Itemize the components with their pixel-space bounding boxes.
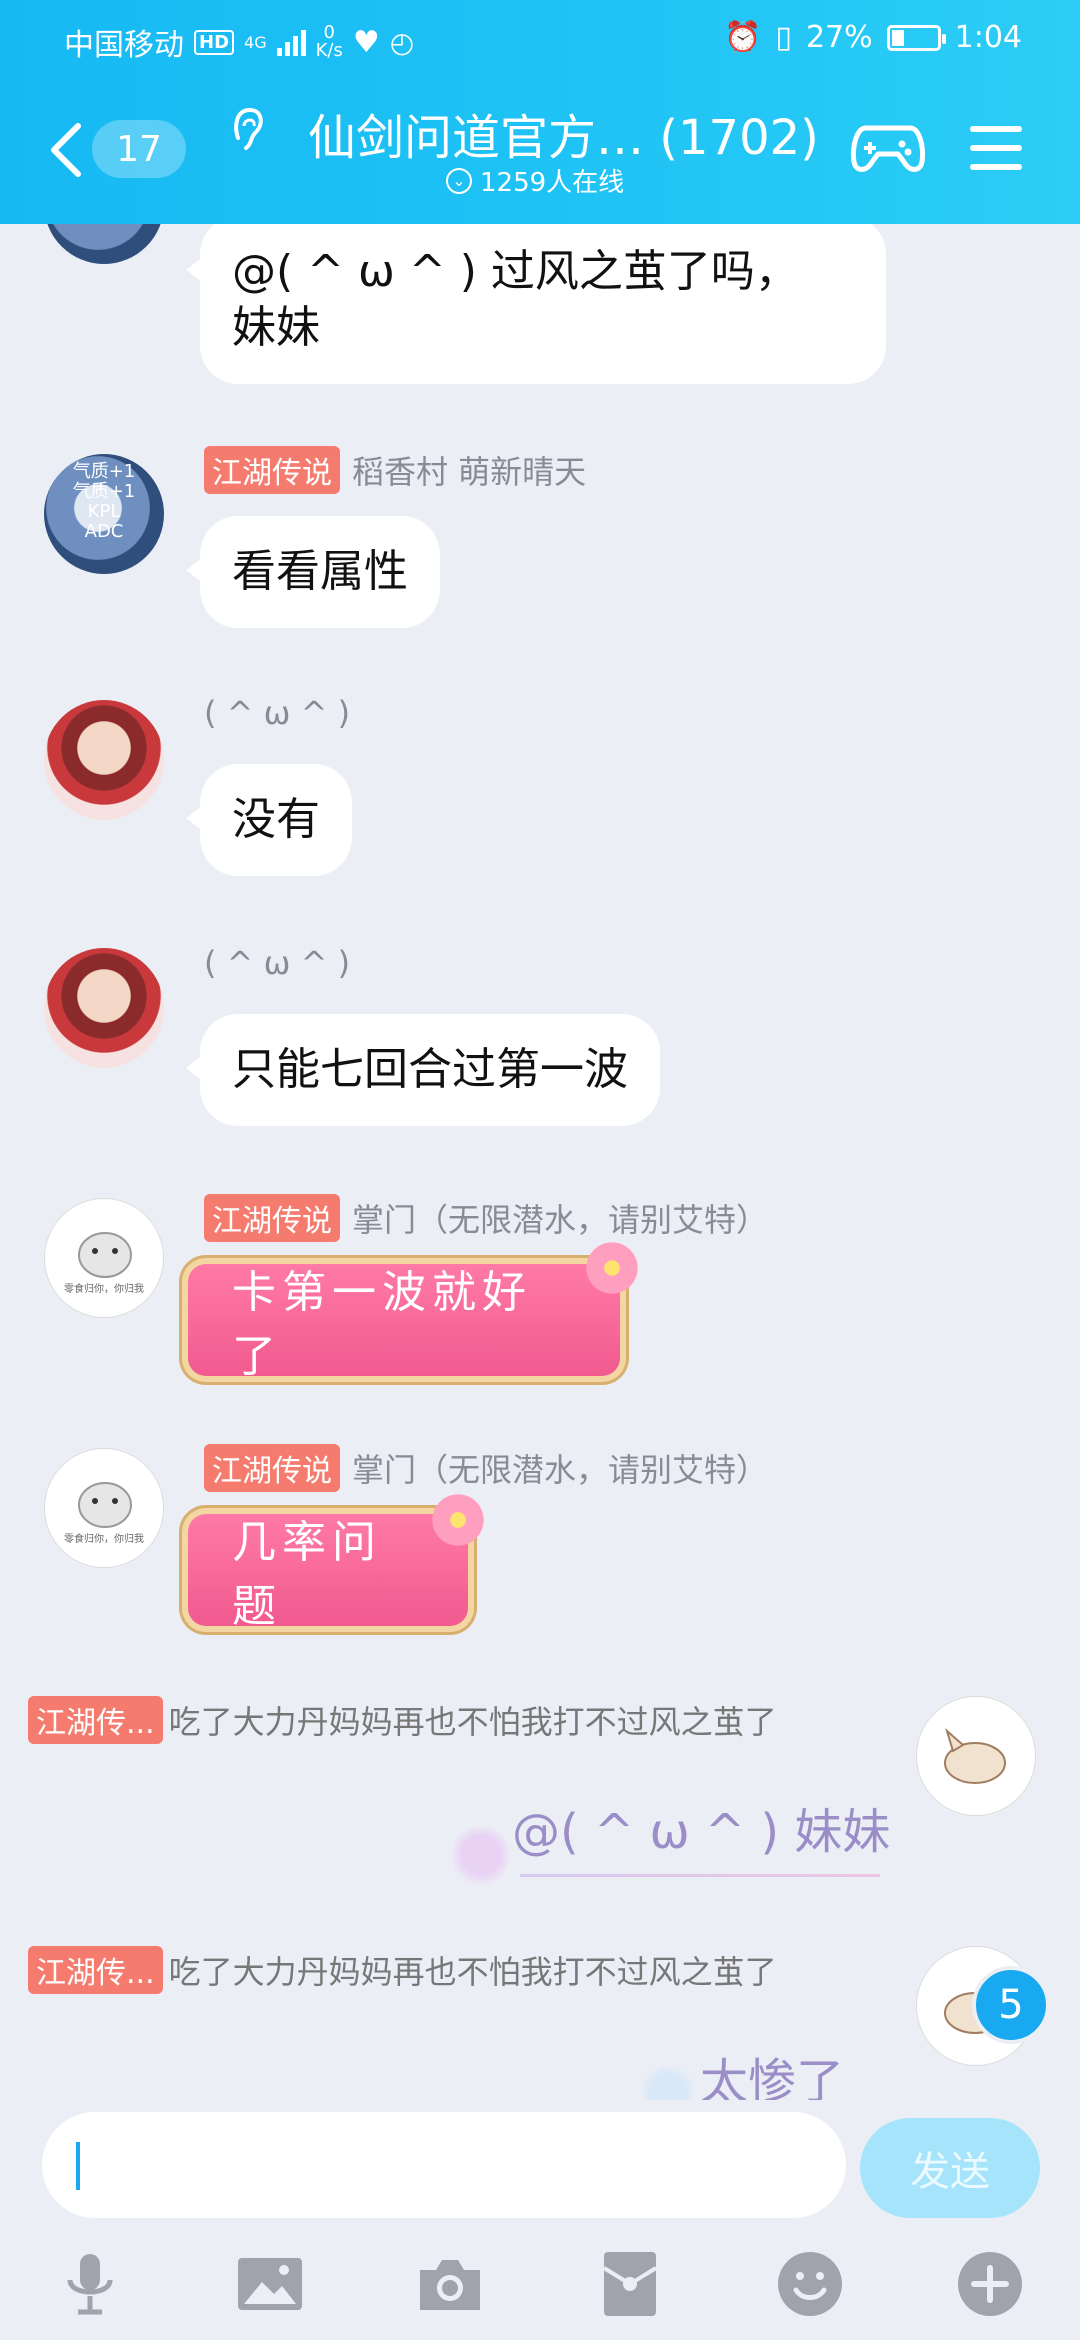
battery-icon bbox=[886, 24, 946, 51]
unicorn-icon bbox=[636, 2060, 700, 2104]
message-text: 看看属性 bbox=[232, 546, 408, 597]
timer-icon: ◴ bbox=[389, 25, 415, 59]
avatar-overlay-text: 气质+1 气质+1 KPL ADC bbox=[44, 462, 164, 542]
camera-icon[interactable] bbox=[414, 2248, 486, 2320]
avatar[interactable] bbox=[44, 700, 164, 820]
title-tag: 江湖传说 bbox=[204, 1444, 340, 1492]
message-text[interactable]: @( ^ ω ^ ) 妹妹 bbox=[512, 1792, 890, 1862]
message-line: 妹妹 bbox=[232, 302, 320, 353]
emoji-icon[interactable] bbox=[774, 2248, 846, 2320]
sender-name[interactable]: ( ^ ω ^ ) bbox=[204, 944, 350, 982]
network-speed: 0 K/s bbox=[316, 24, 343, 60]
avatar[interactable]: 气质+1 气质+1 KPL ADC bbox=[44, 454, 164, 574]
fox-icon bbox=[944, 1727, 1006, 1784]
hamster-icon bbox=[78, 1232, 132, 1278]
divider bbox=[520, 1874, 880, 1877]
avatar-text: 气质+1 bbox=[72, 481, 136, 502]
sender-name[interactable]: 吃了大力丹妈妈再也不怕我打不过风之茧了 bbox=[169, 1947, 777, 1993]
hamster-icon bbox=[78, 1482, 132, 1528]
network-type: 4G bbox=[244, 32, 267, 52]
message-bubble[interactable]: @( ^ ω ^ ) 过风之茧了吗， 妹妹 bbox=[186, 224, 886, 384]
chevron-down-icon: ⌄ bbox=[446, 167, 472, 194]
speed-unit: K/s bbox=[315, 40, 343, 61]
title-tag: 江湖传... bbox=[28, 1696, 163, 1744]
group-title[interactable]: 仙剑问道官方… (1702) bbox=[308, 98, 819, 168]
sender-name[interactable]: ( ^ ω ^ ) bbox=[204, 694, 350, 732]
status-bar: 中国移动 HD 4G 0 K/s ♥ ◴ ⏰ ▯ 27% 1:04 bbox=[0, 0, 1080, 76]
avatar[interactable]: 零食归你，你归我 bbox=[44, 1198, 164, 1318]
back-icon[interactable] bbox=[46, 120, 86, 180]
message-text: 没有 bbox=[232, 794, 320, 845]
signal-icon bbox=[276, 28, 306, 56]
message-bubble[interactable]: 看看属性 bbox=[186, 516, 440, 628]
sender-row: 江湖传说 稻香村 萌新晴天 bbox=[204, 446, 586, 494]
message-line: @( ^ ω ^ ) 过风之茧了吗， bbox=[232, 246, 799, 297]
sticker-bubble[interactable]: 卡第一波就好了 bbox=[188, 1264, 620, 1382]
send-button[interactable]: 发送 bbox=[860, 2118, 1040, 2218]
online-count[interactable]: ⌄ 1259人在线 bbox=[446, 162, 624, 199]
message-input[interactable] bbox=[42, 2112, 846, 2218]
hd-icon: HD bbox=[194, 29, 235, 55]
avatar-text: ADC bbox=[84, 521, 124, 542]
clock: 1:04 bbox=[954, 20, 1022, 55]
title-tag: 江湖传说 bbox=[204, 1194, 340, 1242]
mic-icon[interactable] bbox=[54, 2248, 126, 2320]
sender-row: 江湖传... 吃了大力丹妈妈再也不怕我打不过风之茧了 bbox=[28, 1696, 777, 1744]
gamepad-icon[interactable] bbox=[850, 118, 926, 176]
message-bubble[interactable]: 没有 bbox=[186, 764, 352, 876]
image-icon[interactable] bbox=[234, 2248, 306, 2320]
toolbar bbox=[0, 2248, 1080, 2338]
avatar[interactable] bbox=[916, 1696, 1036, 1816]
avatar[interactable]: 零食归你，你归我 bbox=[44, 1448, 164, 1568]
avatar-text: 气质+1 bbox=[72, 461, 136, 482]
title-tag: 江湖传... bbox=[28, 1946, 163, 1994]
sticker-bubble[interactable]: 几率问题 bbox=[188, 1514, 468, 1632]
menu-icon[interactable] bbox=[970, 126, 1022, 170]
avatar-caption: 零食归你，你归我 bbox=[64, 1534, 144, 1545]
title-tag: 江湖传说 bbox=[204, 446, 340, 494]
online-label: 1259人在线 bbox=[480, 168, 625, 198]
new-message-badge[interactable]: 5 bbox=[972, 1966, 1050, 2044]
message-text: 几率问题 bbox=[232, 1517, 382, 1632]
message-text: 只能七回合过第一波 bbox=[232, 1044, 628, 1095]
input-bar: 发送 bbox=[0, 2100, 1080, 2340]
sender-name[interactable]: 掌门（无限潜水，请别艾特） bbox=[352, 1445, 768, 1491]
sender-name[interactable]: 稻香村 萌新晴天 bbox=[352, 447, 586, 493]
alarm-icon: ⏰ bbox=[724, 20, 762, 55]
red-packet-icon[interactable] bbox=[594, 2248, 666, 2320]
sender-row: ( ^ ω ^ ) bbox=[204, 694, 350, 732]
sender-name[interactable]: 吃了大力丹妈妈再也不怕我打不过风之茧了 bbox=[169, 1697, 777, 1743]
avatar[interactable] bbox=[44, 948, 164, 1068]
flower-icon bbox=[428, 1490, 488, 1550]
vibrate-icon: ▯ bbox=[775, 20, 792, 55]
ear-icon[interactable] bbox=[228, 104, 268, 154]
avatar-caption: 零食归你，你归我 bbox=[64, 1284, 144, 1295]
nav-bar: 17 仙剑问道官方… (1702) ⌄ 1259人在线 bbox=[0, 90, 1080, 210]
sender-name[interactable]: 掌门（无限潜水，请别艾特） bbox=[352, 1195, 768, 1241]
sender-row: ( ^ ω ^ ) bbox=[204, 944, 350, 982]
message-bubble[interactable]: 只能七回合过第一波 bbox=[186, 1014, 660, 1126]
sender-row: 江湖传... 吃了大力丹妈妈再也不怕我打不过风之茧了 bbox=[28, 1946, 777, 1994]
avatar-text: KPL bbox=[87, 501, 121, 522]
text-caret bbox=[76, 2142, 80, 2190]
unicorn-icon bbox=[446, 1820, 516, 1890]
sender-row: 江湖传说 掌门（无限潜水，请别艾特） bbox=[204, 1444, 768, 1492]
avatar[interactable] bbox=[44, 224, 164, 264]
carrier: 中国移动 bbox=[64, 28, 184, 63]
battery-percent: 27% bbox=[805, 20, 873, 55]
heart-icon: ♥ bbox=[352, 24, 380, 60]
message-text[interactable]: 太惨了 bbox=[700, 2042, 844, 2104]
unread-count[interactable]: 17 bbox=[92, 120, 186, 178]
header: 中国移动 HD 4G 0 K/s ♥ ◴ ⏰ ▯ 27% 1:04 17 仙剑问… bbox=[0, 0, 1080, 224]
flower-icon bbox=[582, 1238, 642, 1298]
message-text: 卡第一波就好了 bbox=[232, 1267, 532, 1382]
chat-area[interactable]: @( ^ ω ^ ) 过风之茧了吗， 妹妹 气质+1 气质+1 KPL ADC … bbox=[0, 224, 1080, 2104]
sender-row: 江湖传说 掌门（无限潜水，请别艾特） bbox=[204, 1194, 768, 1242]
plus-icon[interactable] bbox=[954, 2248, 1026, 2320]
